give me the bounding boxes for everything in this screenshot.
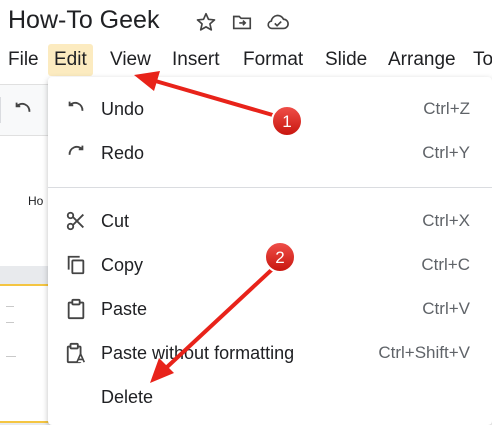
scissors-icon: [64, 209, 88, 233]
copy-icon: [64, 253, 88, 277]
menu-item-label: Cut: [101, 211, 130, 231]
menu-tools[interactable]: To: [467, 44, 492, 76]
menu-item-label: Delete: [101, 387, 154, 407]
toolbar-undo-icon[interactable]: [12, 99, 34, 126]
menu-item-label: Paste without formatting: [101, 343, 295, 363]
clipboard-icon: [64, 297, 88, 321]
menu-item-label: Redo: [101, 143, 145, 163]
slide-thumbnail[interactable]: [0, 284, 50, 423]
title-icons: [194, 10, 290, 34]
slide-canvas[interactable]: Ho: [0, 146, 51, 266]
menu-file[interactable]: File: [2, 44, 45, 76]
undo-icon: [64, 97, 88, 121]
menu-item-undo[interactable]: Undo Ctrl+Z: [48, 89, 492, 129]
menu-insert[interactable]: Insert: [166, 44, 226, 76]
redo-icon: [64, 141, 88, 165]
menu-item-shortcut: Ctrl+C: [421, 255, 470, 274]
menu-item-paste[interactable]: Paste Ctrl+V: [48, 289, 492, 329]
menu-arrange[interactable]: Arrange: [382, 44, 462, 76]
menu-view[interactable]: View: [104, 44, 157, 76]
menu-bar: File Edit View Insert Format Slide Arran…: [0, 44, 492, 76]
menu-item-copy[interactable]: Copy Ctrl+C: [48, 245, 492, 285]
menu-item-label: Paste: [101, 299, 148, 319]
edit-menu-dropdown: Undo Ctrl+Z Redo Ctrl+Y Cut Ctrl+X Copy …: [48, 77, 492, 425]
menu-item-shortcut: Ctrl+Y: [422, 143, 470, 162]
thumb-line: [6, 306, 14, 307]
document-title[interactable]: How-To Geek: [8, 6, 159, 35]
menu-divider: [48, 187, 492, 188]
menu-item-shortcut: Ctrl+Z: [423, 99, 470, 118]
menu-item-shortcut: Ctrl+X: [422, 211, 470, 230]
menu-item-delete[interactable]: Delete: [48, 377, 492, 417]
menu-item-paste-without-formatting[interactable]: Paste without formatting Ctrl+Shift+V: [48, 333, 492, 373]
menu-item-label: Copy: [101, 255, 144, 275]
menu-item-cut[interactable]: Cut Ctrl+X: [48, 201, 492, 241]
menu-format[interactable]: Format: [237, 44, 309, 76]
cloud-saved-icon[interactable]: [266, 10, 290, 34]
menu-item-redo[interactable]: Redo Ctrl+Y: [48, 133, 492, 173]
toolbar-separator: [0, 97, 1, 123]
menu-slide[interactable]: Slide: [319, 44, 373, 76]
menu-item-label: Undo: [101, 99, 145, 119]
paste-plain-icon: [64, 341, 88, 365]
move-to-folder-icon[interactable]: [230, 10, 254, 34]
slide-text: Ho: [28, 194, 44, 208]
star-icon[interactable]: [194, 10, 218, 34]
menu-edit[interactable]: Edit: [48, 44, 93, 76]
thumb-line: [6, 356, 16, 357]
menu-item-shortcut: Ctrl+Shift+V: [378, 343, 470, 362]
menu-item-shortcut: Ctrl+V: [422, 299, 470, 318]
thumb-line: [6, 322, 14, 323]
